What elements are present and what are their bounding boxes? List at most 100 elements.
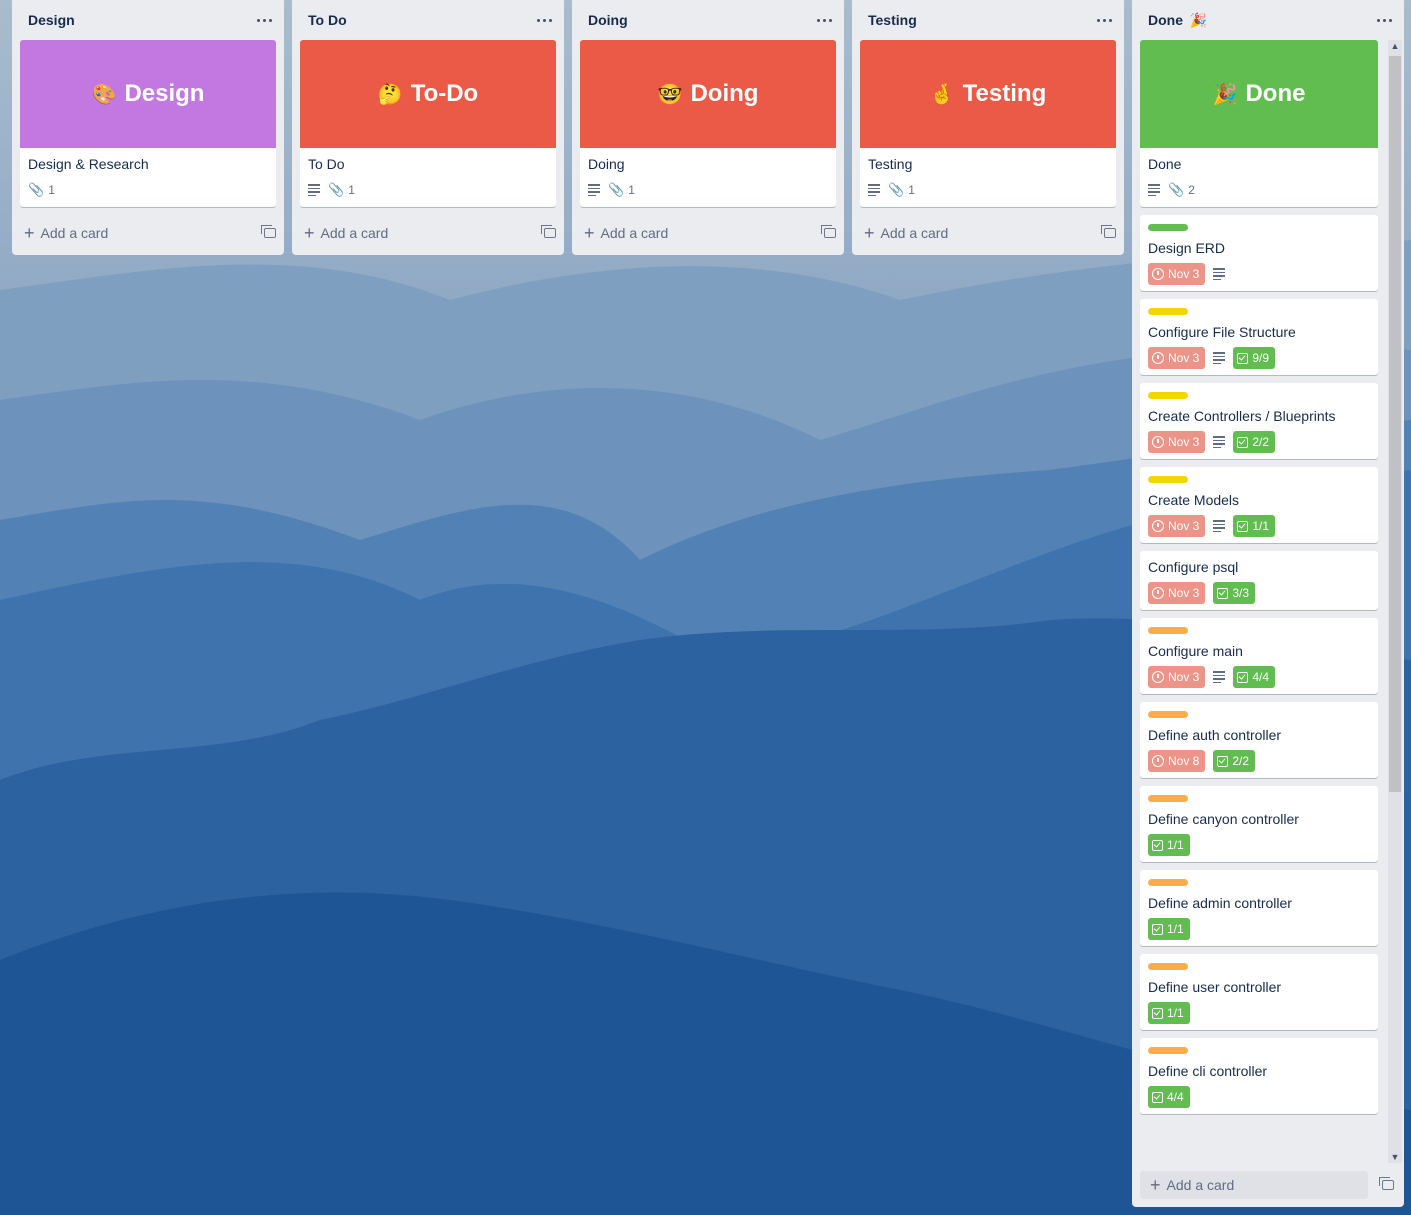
list-title[interactable]: Doing — [588, 12, 628, 28]
due-date-badge[interactable]: Nov 3 — [1148, 263, 1206, 285]
card-template-icon[interactable] — [261, 225, 276, 238]
ellipsis-icon[interactable] — [1094, 10, 1114, 30]
list-title[interactable]: Done 🎉 — [1148, 12, 1207, 29]
checklist-badge: 2/2 — [1213, 750, 1256, 772]
list-card[interactable]: Define auth controller Nov 8 2/2 — [1140, 702, 1378, 778]
add-card-button[interactable]: + Add a card — [24, 224, 108, 242]
list-card[interactable]: Configure File Structure Nov 3 9/9 — [1140, 299, 1378, 375]
clock-icon — [1152, 520, 1164, 532]
cover-card[interactable]: 🤓 Doing Doing 📎 1 — [580, 40, 836, 207]
card-title: Testing — [868, 156, 913, 172]
list-to-do: To Do 🤔 To-Do To Do 📎 1 + Add a card — [292, 0, 564, 255]
cover-card[interactable]: 🤔 To-Do To Do 📎 1 — [300, 40, 556, 207]
plus-icon: + — [24, 223, 35, 243]
ellipsis-icon[interactable] — [254, 10, 274, 30]
list-header[interactable]: To Do — [292, 0, 564, 40]
checklist-badge: 1/1 — [1148, 1002, 1190, 1024]
checkbox-icon — [1217, 587, 1229, 599]
cover-card[interactable]: 🤞 Testing Testing 📎 1 — [860, 40, 1116, 207]
checklist-count: 4/4 — [1167, 1090, 1184, 1104]
add-card-button[interactable]: + Add a card — [584, 224, 668, 242]
list-card[interactable]: Define cli controller 4/4 — [1140, 1038, 1378, 1114]
checkbox-icon — [1152, 1007, 1163, 1019]
list-header[interactable]: Testing — [852, 0, 1124, 40]
list-card[interactable]: Design ERD Nov 3 — [1140, 215, 1378, 291]
label-yellow[interactable] — [1148, 476, 1188, 483]
ellipsis-icon[interactable] — [814, 10, 834, 30]
scrollbar-thumb[interactable] — [1389, 56, 1401, 792]
crossed-fingers-icon: 🤞 — [929, 82, 955, 106]
palette-icon: 🎨 — [91, 82, 117, 106]
list-header[interactable]: Doing — [572, 0, 844, 40]
due-date-badge[interactable]: Nov 3 — [1148, 431, 1206, 453]
checkbox-icon — [1152, 1091, 1163, 1103]
done-card-area[interactable]: 🎉 Done Done 📎 2 Design ERD Nov 3 Configu… — [1132, 40, 1404, 1163]
label-orange[interactable] — [1148, 711, 1188, 718]
thinking-face-icon: 🤔 — [377, 82, 403, 106]
card-template-icon[interactable] — [1101, 225, 1116, 238]
attachment-count: 1 — [908, 183, 915, 197]
checklist-badge: 4/4 — [1233, 666, 1276, 688]
scroll-up-arrow-icon[interactable]: ▲ — [1388, 41, 1402, 51]
due-date-badge[interactable]: Nov 8 — [1148, 750, 1206, 772]
description-icon — [1213, 520, 1226, 532]
checklist-count: 1/1 — [1167, 922, 1184, 936]
label-orange[interactable] — [1148, 879, 1188, 886]
plus-icon: + — [864, 223, 875, 243]
clock-icon — [1152, 352, 1164, 364]
cover-card[interactable]: 🎉 Done Done 📎 2 — [1140, 40, 1378, 207]
list-card[interactable]: Create Models Nov 3 1/1 — [1140, 467, 1378, 543]
description-icon — [1148, 184, 1160, 196]
list-title[interactable]: To Do — [308, 12, 347, 28]
list-title-text: Done — [1148, 11, 1183, 28]
list-card[interactable]: Configure main Nov 3 4/4 — [1140, 618, 1378, 694]
list-header[interactable]: Done 🎉 — [1132, 0, 1404, 40]
attachment-badge: 📎 1 — [28, 182, 55, 198]
ellipsis-icon[interactable] — [1374, 10, 1394, 30]
label-orange[interactable] — [1148, 627, 1188, 634]
ellipsis-icon[interactable] — [534, 10, 554, 30]
list-title[interactable]: Design — [28, 12, 75, 28]
list-testing: Testing 🤞 Testing Testing 📎 1 + Add a ca… — [852, 0, 1124, 255]
attachment-count: 2 — [1188, 183, 1195, 197]
list-card[interactable]: Create Controllers / Blueprints Nov 3 2/… — [1140, 383, 1378, 459]
list-title[interactable]: Testing — [868, 12, 917, 28]
attachment-count: 1 — [348, 183, 355, 197]
clock-icon — [1152, 587, 1164, 599]
due-date-badge[interactable]: Nov 3 — [1148, 347, 1206, 369]
label-yellow[interactable] — [1148, 392, 1188, 399]
list-card[interactable]: Configure psql Nov 3 3/3 — [1140, 551, 1378, 610]
label-orange[interactable] — [1148, 963, 1188, 970]
add-card-button[interactable]: + Add a card — [1140, 1171, 1368, 1199]
due-date-badge[interactable]: Nov 3 — [1148, 582, 1206, 604]
label-orange[interactable] — [1148, 1047, 1188, 1054]
list-card[interactable]: Define canyon controller 1/1 — [1140, 786, 1378, 862]
due-date-badge[interactable]: Nov 3 — [1148, 515, 1206, 537]
list-card[interactable]: Define user controller 1/1 — [1140, 954, 1378, 1030]
card-title: Define admin controller — [1148, 895, 1292, 911]
add-card-button[interactable]: + Add a card — [304, 224, 388, 242]
list-card[interactable]: Define admin controller 1/1 — [1140, 870, 1378, 946]
clock-icon — [1152, 268, 1164, 280]
label-orange[interactable] — [1148, 795, 1188, 802]
due-date: Nov 3 — [1168, 586, 1200, 600]
cover-card[interactable]: 🎨 Design Design & Research 📎 1 — [20, 40, 276, 207]
scrollbar[interactable]: ▲ ▼ — [1388, 40, 1402, 1163]
card-title: Done — [1148, 156, 1182, 172]
attachment-count: 1 — [48, 183, 55, 197]
checklist-badge: 4/4 — [1148, 1086, 1190, 1108]
label-green[interactable] — [1148, 224, 1188, 231]
checklist-count: 1/1 — [1167, 1006, 1184, 1020]
checklist-count: 1/1 — [1167, 838, 1184, 852]
label-yellow[interactable] — [1148, 308, 1188, 315]
plus-icon: + — [1150, 1175, 1161, 1195]
scroll-down-arrow-icon[interactable]: ▼ — [1388, 1152, 1402, 1162]
card-template-icon[interactable] — [1379, 1177, 1394, 1190]
card-template-icon[interactable] — [821, 225, 836, 238]
attachment-badge: 📎 1 — [328, 182, 355, 198]
add-card-button[interactable]: + Add a card — [864, 224, 948, 242]
list-header[interactable]: Design — [12, 0, 284, 40]
card-template-icon[interactable] — [541, 225, 556, 238]
due-date-badge[interactable]: Nov 3 — [1148, 666, 1206, 688]
checkbox-icon — [1152, 839, 1163, 851]
